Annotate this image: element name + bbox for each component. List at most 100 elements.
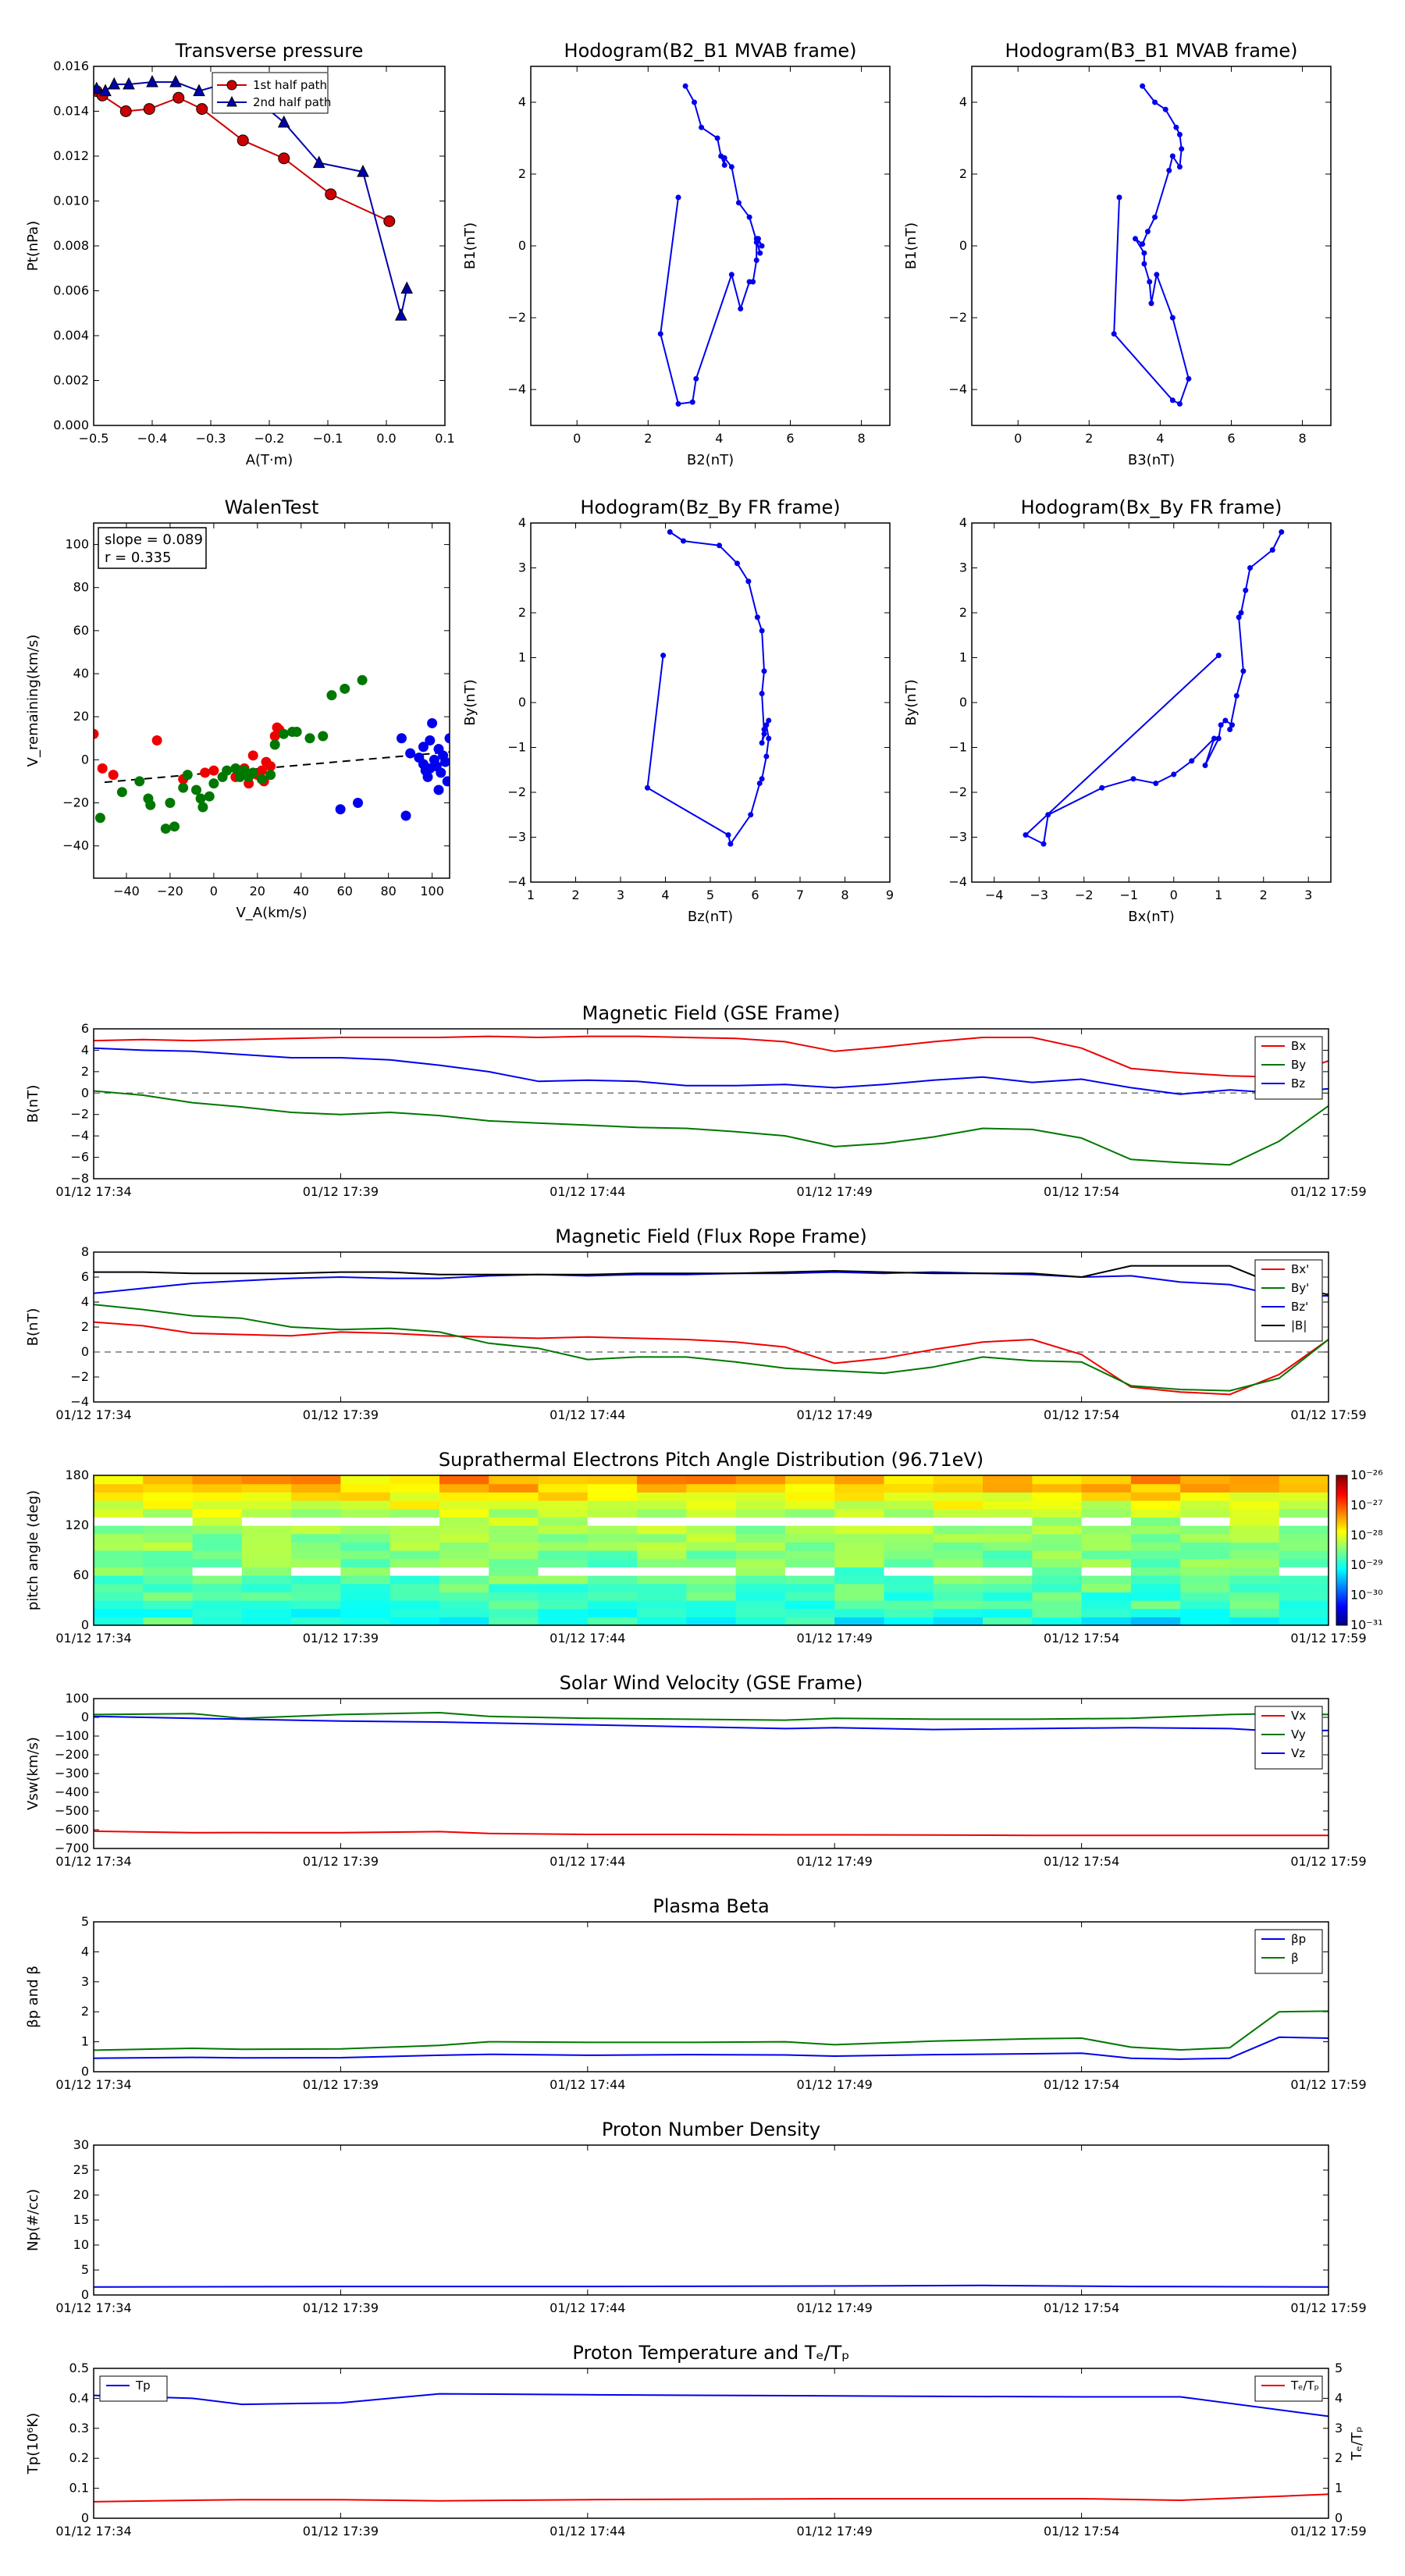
scatter-point xyxy=(134,776,145,787)
heatmap-cell xyxy=(1130,1517,1181,1526)
scatter-point xyxy=(178,782,189,793)
x-tick-label: 40 xyxy=(293,884,309,898)
heatmap-cell xyxy=(241,1492,292,1501)
plot-area xyxy=(94,674,450,834)
heatmap-cell xyxy=(884,1533,934,1542)
heatmap-cell xyxy=(1229,1600,1280,1610)
data-point xyxy=(761,668,767,674)
heatmap-cell xyxy=(884,1558,934,1567)
heatmap-cell xyxy=(587,1592,638,1601)
heatmap-cell xyxy=(340,1567,391,1576)
series-line xyxy=(94,1047,1329,1095)
scatter-point xyxy=(396,733,407,744)
data-point xyxy=(173,91,185,104)
scatter-point xyxy=(94,813,105,824)
y-tick-label: 60 xyxy=(73,1567,89,1582)
scatter-point xyxy=(116,787,127,798)
heatmap-cell xyxy=(933,1575,984,1585)
heatmap-cell xyxy=(143,1525,194,1535)
y-tick-label: 2 xyxy=(81,2004,89,2019)
annotation-text: slope = 0.089 xyxy=(105,532,203,548)
x-tick-label: 01/12 17:34 xyxy=(55,1184,131,1199)
data-point xyxy=(717,543,722,549)
heatmap-cell xyxy=(489,1517,539,1526)
series-line xyxy=(94,1830,1329,1837)
data-point xyxy=(681,538,686,544)
heatmap-cell xyxy=(587,1508,638,1517)
y-tick-label: −1 xyxy=(948,740,967,755)
legend: Vx Vy Vz xyxy=(1254,1706,1323,1770)
heatmap-cell xyxy=(686,1600,737,1610)
data-point xyxy=(1147,279,1153,285)
x-tick-label: 6 xyxy=(1227,431,1235,446)
colorbar-tick-label: 10⁻³⁰ xyxy=(1350,1588,1383,1603)
legend: Tp xyxy=(99,2375,168,2402)
heatmap-cell xyxy=(489,1575,539,1585)
heatmap-cell xyxy=(1081,1533,1132,1542)
x-tick-label: 01/12 17:59 xyxy=(1290,1407,1366,1422)
heatmap-cell xyxy=(1081,1500,1132,1510)
heatmap-cell xyxy=(538,1533,589,1542)
heatmap-cell xyxy=(686,1508,737,1517)
heatmap-cell xyxy=(686,1583,737,1592)
y-tick-label: 20 xyxy=(73,2187,89,2202)
heatmap-cell xyxy=(538,1617,589,1625)
heatmap-cell xyxy=(834,1550,885,1560)
heatmap-cell xyxy=(489,1533,539,1542)
hodogram-path xyxy=(1025,532,1282,845)
heatmap-cell xyxy=(1180,1608,1231,1617)
y-tick-label: 0 xyxy=(81,2510,89,2525)
heatmap-cell xyxy=(94,1492,144,1501)
y-tick-label: 0 xyxy=(81,752,89,767)
x-tick-label: 01/12 17:54 xyxy=(1044,2524,1119,2539)
heatmap-cell xyxy=(291,1508,341,1517)
heatmap-cell xyxy=(340,1508,391,1517)
heatmap-cell xyxy=(933,1567,984,1576)
legend-label: 2nd half path xyxy=(253,95,331,109)
y-tick-label: 0.3 xyxy=(69,2421,89,2435)
heatmap-cell xyxy=(439,1500,489,1510)
chart-title: WalenTest xyxy=(225,496,319,518)
heatmap-cell xyxy=(94,1550,144,1560)
heatmap-cell xyxy=(1081,1617,1132,1625)
x-tick-label: 2 xyxy=(571,888,579,902)
data-point xyxy=(1116,194,1122,201)
data-point xyxy=(667,529,673,535)
data-point xyxy=(1179,146,1185,152)
x-tick-label: −40 xyxy=(113,884,140,898)
legend-label: By xyxy=(1291,1058,1306,1072)
heatmap-cell xyxy=(933,1483,984,1493)
heatmap-cell xyxy=(241,1508,292,1517)
y-tick-label: 1 xyxy=(959,650,967,665)
legend: βp β xyxy=(1254,1929,1323,1974)
y-axis-label: B1(nT) xyxy=(462,222,478,269)
heatmap-cell xyxy=(192,1558,243,1567)
x-tick-label: 01/12 17:34 xyxy=(55,2524,131,2539)
heatmap-cell xyxy=(1229,1533,1280,1542)
heatmap-cell xyxy=(735,1492,786,1501)
heatmap-cell xyxy=(686,1617,737,1625)
heatmap-cell xyxy=(686,1492,737,1501)
data-point xyxy=(754,614,760,621)
heatmap-cell xyxy=(538,1608,589,1617)
data-point xyxy=(759,691,765,696)
heatmap-cell xyxy=(1279,1550,1329,1560)
heatmap-cell xyxy=(784,1583,835,1592)
heatmap-cell xyxy=(1081,1558,1132,1567)
data-point xyxy=(1166,167,1172,173)
heatmap-cell xyxy=(1279,1567,1329,1576)
heatmap-cell xyxy=(884,1550,934,1560)
heatmap-cell xyxy=(192,1617,243,1625)
x-tick-label: 60 xyxy=(337,884,353,898)
heatmap-cell xyxy=(143,1558,194,1567)
scatter-point xyxy=(97,763,108,774)
legend: Tₑ/Tₚ xyxy=(1254,2375,1323,2402)
data-point xyxy=(1141,250,1147,256)
heatmap-cell xyxy=(1081,1517,1132,1526)
heatmap-cell xyxy=(291,1475,341,1485)
data-point xyxy=(1154,272,1160,278)
heatmap-cell xyxy=(340,1583,391,1592)
y-tick-label: 0.014 xyxy=(53,104,89,119)
heatmap-cell xyxy=(735,1508,786,1517)
figure-canvas: Transverse pressure −0.5 −0.4 −0.3 −0.2 −0.1 0… xyxy=(25,40,1383,2539)
